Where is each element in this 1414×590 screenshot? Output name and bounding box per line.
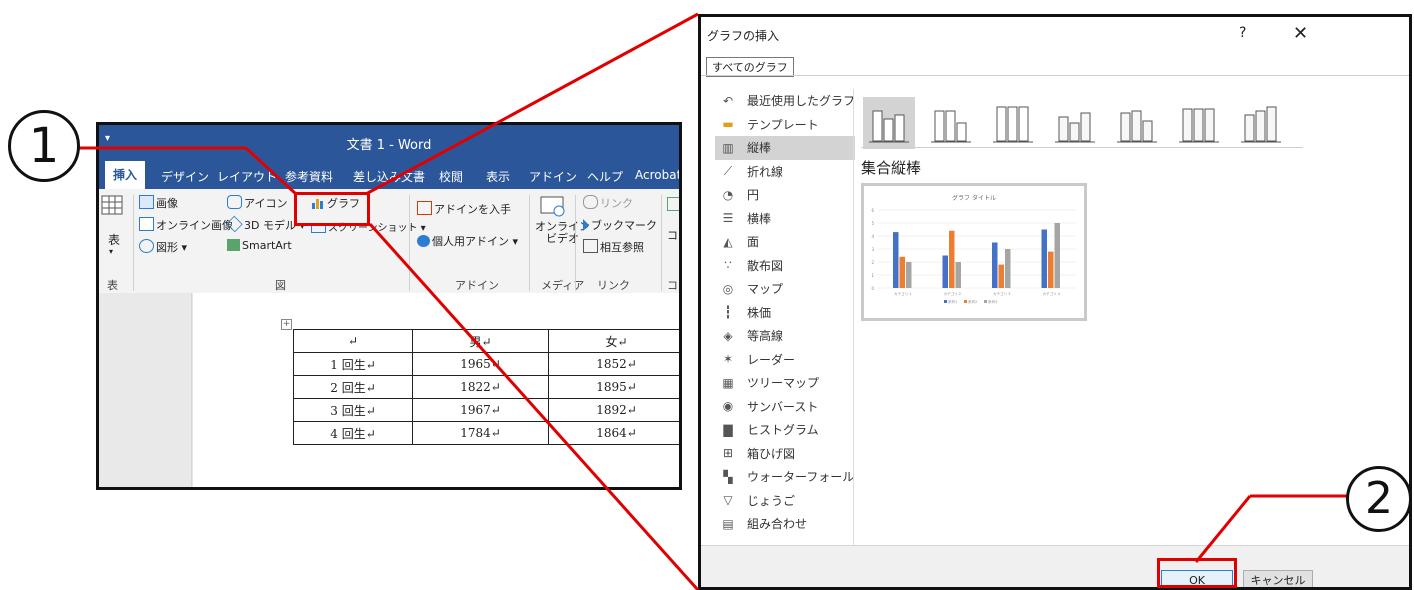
ok-button-highlight <box>1157 558 1237 588</box>
callout-lines <box>78 12 1364 590</box>
step-1-marker: 1 <box>8 110 80 182</box>
callout-line <box>1194 495 1252 563</box>
step-2-marker: 2 <box>1346 466 1412 532</box>
callout-line <box>365 12 699 196</box>
callout-line <box>368 222 700 590</box>
callout-line <box>244 146 298 196</box>
chart-button-highlight <box>294 192 370 226</box>
